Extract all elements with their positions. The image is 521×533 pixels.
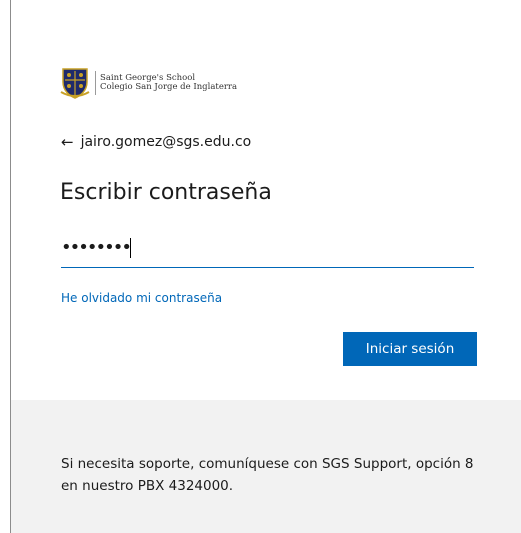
text-caret: [130, 238, 131, 258]
password-input[interactable]: [61, 233, 474, 261]
org-name: Saint George's School Colegio San Jorge …: [100, 74, 237, 92]
org-name-line2: Colegio San Jorge de Inglaterra: [100, 82, 238, 92]
support-text: Si necesita soporte, comuníquese con SGS…: [61, 456, 474, 494]
support-footer: Si necesita soporte, comuníquese con SGS…: [11, 400, 521, 533]
page-title: Escribir contraseña: [60, 180, 272, 205]
account-row: ← jairo.gomez@sgs.edu.co: [61, 133, 251, 151]
account-email: jairo.gomez@sgs.edu.co: [80, 134, 252, 150]
org-logo: Saint George's School Colegio San Jorge …: [60, 67, 237, 99]
login-frame: Saint George's School Colegio San Jorge …: [10, 0, 521, 533]
back-arrow-icon[interactable]: ←: [61, 133, 74, 151]
logo-divider: [95, 71, 96, 95]
password-field-wrapper: [61, 233, 474, 268]
login-card: Saint George's School Colegio San Jorge …: [11, 0, 521, 400]
sign-in-button[interactable]: Iniciar sesión: [343, 332, 477, 366]
forgot-password-link[interactable]: He olvidado mi contraseña: [61, 291, 222, 305]
school-crest-icon: [60, 67, 90, 99]
